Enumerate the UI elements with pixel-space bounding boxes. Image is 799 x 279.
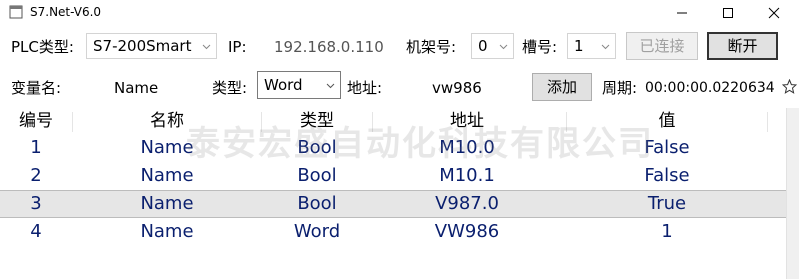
rack-value: 0 bbox=[478, 37, 488, 55]
variable-name-input[interactable]: Name bbox=[114, 78, 158, 98]
maximize-icon bbox=[723, 8, 733, 18]
column-divider bbox=[767, 112, 768, 132]
table-row-selected[interactable]: 3 Name Bool V987.0 True bbox=[0, 190, 799, 218]
chevron-down-icon bbox=[499, 44, 508, 50]
type-select[interactable]: Word bbox=[257, 71, 341, 99]
cell-value: False bbox=[644, 137, 690, 158]
cell-id: 2 bbox=[30, 165, 42, 186]
close-icon bbox=[768, 7, 780, 19]
cell-address: VW986 bbox=[434, 221, 500, 242]
cell-id: 4 bbox=[30, 221, 42, 242]
chevron-down-icon bbox=[202, 44, 211, 50]
table-row[interactable]: 1 Name Bool M10.0 False bbox=[0, 134, 799, 162]
window-title: S7.Net-V6.0 bbox=[30, 5, 102, 19]
maximize-button[interactable] bbox=[705, 0, 751, 26]
variable-toolbar: 变量名: Name 类型: Word 地址: vw986 添加 周期: 00:0… bbox=[0, 66, 799, 108]
cell-name: Name bbox=[140, 165, 194, 186]
cell-name: Name bbox=[140, 221, 194, 242]
rack-select[interactable]: 0 bbox=[471, 33, 514, 59]
column-header-id[interactable]: 编号 bbox=[0, 110, 72, 132]
cell-address: M10.1 bbox=[439, 165, 495, 186]
cell-address: M10.0 bbox=[439, 137, 495, 158]
slot-value: 1 bbox=[574, 37, 584, 55]
column-header-value[interactable]: 值 bbox=[567, 110, 767, 132]
star-icon[interactable] bbox=[782, 79, 797, 94]
cell-address: V987.0 bbox=[435, 193, 499, 214]
chevron-down-icon bbox=[326, 83, 335, 89]
column-header-type[interactable]: 类型 bbox=[262, 110, 372, 132]
plc-type-label: PLC类型: bbox=[11, 38, 74, 56]
rack-label: 机架号: bbox=[406, 38, 457, 56]
type-value: Word bbox=[264, 76, 303, 94]
disconnect-button[interactable]: 断开 bbox=[707, 32, 778, 60]
cell-name: Name bbox=[140, 137, 194, 158]
connection-toolbar: PLC类型: S7-200Smart IP: 192.168.0.110 机架号… bbox=[0, 26, 799, 66]
period-label: 周期: bbox=[602, 79, 638, 97]
variable-table[interactable]: 编号 名称 类型 地址 值 1 Name Bool M10.0 False 2 … bbox=[0, 108, 799, 279]
cell-type: Bool bbox=[297, 137, 337, 158]
plc-type-value: S7-200Smart bbox=[93, 37, 192, 55]
period-value: 00:00:00.0220634 bbox=[645, 80, 775, 96]
minimize-button[interactable] bbox=[659, 0, 705, 26]
title-bar: S7.Net-V6.0 bbox=[0, 0, 799, 26]
address-input[interactable]: vw986 bbox=[432, 78, 482, 98]
column-header-name[interactable]: 名称 bbox=[73, 110, 261, 132]
cell-value: True bbox=[647, 193, 687, 214]
table-row[interactable]: 4 Name Word VW986 1 bbox=[0, 218, 799, 246]
address-label: 地址: bbox=[347, 79, 383, 97]
table-header: 编号 名称 类型 地址 值 bbox=[0, 108, 799, 134]
cell-type: Bool bbox=[297, 193, 337, 214]
plc-type-select[interactable]: S7-200Smart bbox=[86, 33, 217, 59]
slot-label: 槽号: bbox=[522, 38, 558, 56]
chevron-down-icon bbox=[601, 44, 610, 50]
ip-label: IP: bbox=[228, 38, 247, 56]
connected-button[interactable]: 已连接 bbox=[626, 32, 698, 60]
cell-value: False bbox=[644, 165, 690, 186]
type-label: 类型: bbox=[212, 79, 248, 97]
cell-value: 1 bbox=[661, 221, 673, 242]
cell-id: 3 bbox=[30, 193, 42, 214]
close-button[interactable] bbox=[751, 0, 797, 26]
cell-id: 1 bbox=[30, 137, 42, 158]
ip-value[interactable]: 192.168.0.110 bbox=[274, 37, 384, 57]
vertical-scrollbar[interactable] bbox=[786, 108, 799, 279]
slot-select[interactable]: 1 bbox=[567, 33, 616, 59]
table-row[interactable]: 2 Name Bool M10.1 False bbox=[0, 162, 799, 190]
app-icon bbox=[9, 5, 23, 19]
cell-type: Word bbox=[293, 221, 341, 242]
cell-type: Bool bbox=[297, 165, 337, 186]
minimize-icon bbox=[677, 12, 687, 14]
cell-name: Name bbox=[140, 193, 194, 214]
column-header-address[interactable]: 地址 bbox=[373, 110, 561, 132]
add-button[interactable]: 添加 bbox=[532, 73, 592, 101]
variable-name-label: 变量名: bbox=[11, 79, 62, 97]
